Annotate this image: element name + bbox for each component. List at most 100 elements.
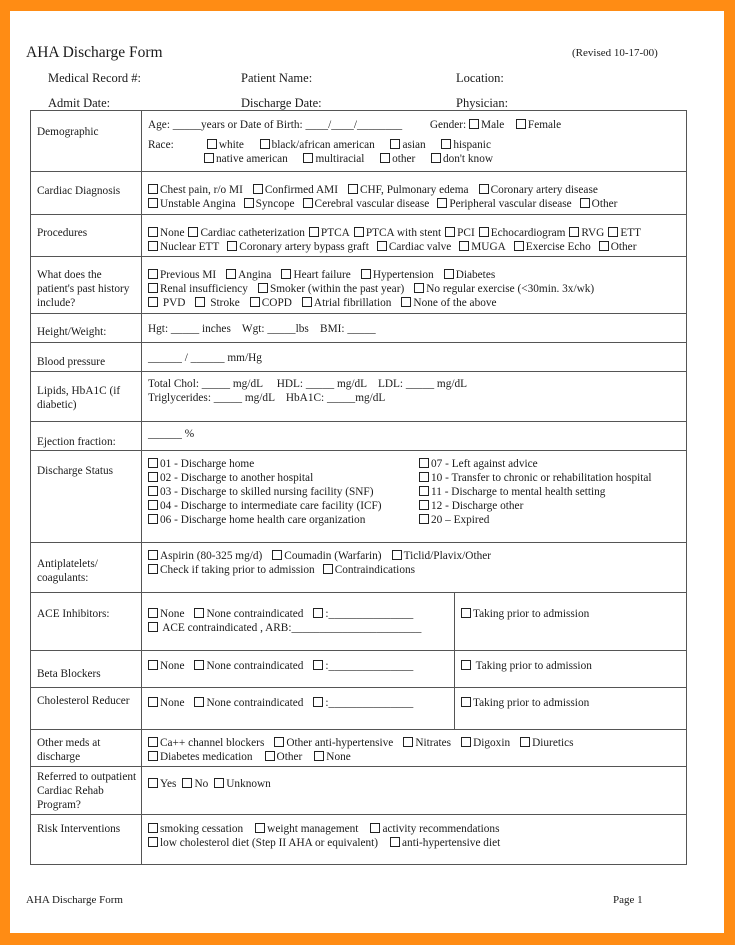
checkbox-icon[interactable] xyxy=(148,697,158,707)
race-option[interactable]: don't know xyxy=(430,153,493,165)
checkbox-icon[interactable] xyxy=(204,153,214,163)
checkbox-icon[interactable] xyxy=(194,660,205,670)
checkbox-icon[interactable] xyxy=(376,241,387,251)
checkbox-icon[interactable] xyxy=(206,139,217,149)
checkbox-icon[interactable] xyxy=(148,458,158,468)
checkbox-option[interactable]: :_______________ xyxy=(313,697,413,709)
checkbox-icon[interactable] xyxy=(390,139,401,149)
checkbox-option[interactable]: Other xyxy=(264,751,302,763)
checkbox-icon[interactable] xyxy=(148,500,158,510)
checkbox-icon[interactable] xyxy=(313,608,324,618)
age-dob-field[interactable]: Age: _____years or Date of Birth: ____/_… xyxy=(148,119,402,131)
checkbox-icon[interactable] xyxy=(148,660,158,670)
checkbox-option[interactable]: low cholesterol diet (Step II AHA or equ… xyxy=(148,837,378,849)
checkbox-option[interactable]: Unknown xyxy=(214,778,271,790)
checkbox-option[interactable]: CHF, Pulmonary edema xyxy=(347,184,469,196)
checkbox-icon[interactable] xyxy=(148,622,158,632)
checkbox-icon[interactable] xyxy=(390,837,401,847)
checkbox-option[interactable]: None xyxy=(148,227,184,239)
checkbox-icon[interactable] xyxy=(148,564,158,574)
checkbox-option[interactable]: No regular exercise (<30min. 3x/wk) xyxy=(414,283,594,295)
checkbox-option[interactable]: MUGA xyxy=(459,241,506,253)
checkbox-option[interactable]: Other xyxy=(579,198,617,210)
checkbox-option[interactable]: ETT xyxy=(608,227,641,239)
checkbox-icon[interactable] xyxy=(252,184,263,194)
checkbox-icon[interactable] xyxy=(148,823,158,833)
discharge-status-option[interactable]: 03 - Discharge to skilled nursing facili… xyxy=(148,485,419,499)
checkbox-icon[interactable] xyxy=(441,139,452,149)
checkbox-icon[interactable] xyxy=(322,564,333,574)
checkbox-icon[interactable] xyxy=(272,550,283,560)
checkbox-icon[interactable] xyxy=(391,550,402,560)
checkbox-icon[interactable] xyxy=(148,608,158,618)
checkbox-icon[interactable] xyxy=(579,198,590,208)
checkbox-icon[interactable] xyxy=(303,153,314,163)
checkbox-icon[interactable] xyxy=(461,608,471,618)
checkbox-icon[interactable] xyxy=(419,500,429,510)
checkbox-icon[interactable] xyxy=(148,198,158,208)
checkbox-icon[interactable] xyxy=(257,283,268,293)
checkbox-icon[interactable] xyxy=(148,550,158,560)
checkbox-option[interactable]: Confirmed AMI xyxy=(252,184,338,196)
checkbox-option[interactable]: Yes xyxy=(148,778,176,790)
checkbox-option[interactable]: Digoxin xyxy=(461,737,510,749)
checkbox-icon[interactable] xyxy=(214,778,225,788)
checkbox-icon[interactable] xyxy=(461,737,472,747)
checkbox-icon[interactable] xyxy=(313,660,324,670)
checkbox-icon[interactable] xyxy=(148,283,158,293)
checkbox-option[interactable]: anti-hypertensive diet xyxy=(390,837,500,849)
blood-pressure-field[interactable]: ______ / ______ mm/Hg xyxy=(148,352,262,364)
checkbox-option[interactable]: Check if taking prior to admission xyxy=(148,564,315,576)
checkbox-option[interactable]: PCI xyxy=(445,227,475,239)
checkbox-icon[interactable] xyxy=(274,737,285,747)
checkbox-option[interactable]: COPD xyxy=(249,297,292,309)
race-option[interactable]: asian xyxy=(390,139,426,151)
checkbox-option[interactable]: Contraindications xyxy=(322,564,415,576)
checkbox-option[interactable]: Atrial fibrillation xyxy=(301,297,391,309)
checkbox-icon[interactable] xyxy=(608,227,619,237)
checkbox-option[interactable]: Cerebral vascular disease xyxy=(302,198,429,210)
race-option[interactable]: black/african american xyxy=(259,139,375,151)
checkbox-icon[interactable] xyxy=(255,823,266,833)
checkbox-option[interactable]: None contraindicated xyxy=(194,697,303,709)
race-option[interactable]: white xyxy=(206,139,244,151)
checkbox-option[interactable]: None xyxy=(148,660,184,672)
checkbox-icon[interactable] xyxy=(445,227,456,237)
checkbox-option[interactable]: Diuretics xyxy=(520,737,574,749)
checkbox-icon[interactable] xyxy=(414,283,425,293)
checkbox-icon[interactable] xyxy=(478,227,489,237)
checkbox-icon[interactable] xyxy=(148,297,158,307)
checkbox-icon[interactable] xyxy=(226,269,237,279)
checkbox-icon[interactable] xyxy=(148,837,158,847)
checkbox-icon[interactable] xyxy=(148,241,158,251)
checkbox-icon[interactable] xyxy=(308,227,319,237)
checkbox-icon[interactable] xyxy=(459,241,470,251)
height-weight-fields[interactable]: Hgt: _____ inches Wgt: _____lbs BMI: ___… xyxy=(148,323,376,335)
checkbox-option[interactable]: Peripheral vascular disease xyxy=(437,198,572,210)
checkbox-option[interactable]: No xyxy=(182,778,208,790)
checkbox-option[interactable]: Chest pain, r/o MI xyxy=(148,184,243,196)
checkbox-icon[interactable] xyxy=(513,241,524,251)
checkbox-icon[interactable] xyxy=(227,241,238,251)
checkbox-icon[interactable] xyxy=(194,608,205,618)
checkbox-icon[interactable] xyxy=(148,751,158,761)
discharge-status-option[interactable]: 04 - Discharge to intermediate care faci… xyxy=(148,499,419,513)
checkbox-option[interactable]: weight management xyxy=(255,823,358,835)
discharge-status-option[interactable]: 01 - Discharge home xyxy=(148,457,419,471)
checkbox-option[interactable]: PTCA xyxy=(308,227,350,239)
race-option[interactable]: multiracial xyxy=(303,153,364,165)
checkbox-icon[interactable] xyxy=(313,697,324,707)
checkbox-icon[interactable] xyxy=(419,458,429,468)
checkbox-icon[interactable] xyxy=(401,297,412,307)
checkbox-option[interactable]: Other xyxy=(598,241,636,253)
checkbox-option[interactable]: Nuclear ETT xyxy=(148,241,219,253)
checkbox-option[interactable]: Stroke xyxy=(195,297,240,309)
checkbox-option[interactable]: None xyxy=(314,751,351,763)
discharge-status-option[interactable]: 02 - Discharge to another hospital xyxy=(148,471,419,485)
checkbox-icon[interactable] xyxy=(598,241,609,251)
checkbox-icon[interactable] xyxy=(264,751,275,761)
checkbox-icon[interactable] xyxy=(370,823,381,833)
checkbox-option[interactable]: Coronary artery disease xyxy=(478,184,598,196)
checkbox-icon[interactable] xyxy=(469,119,480,129)
checkbox-icon[interactable] xyxy=(195,297,206,307)
